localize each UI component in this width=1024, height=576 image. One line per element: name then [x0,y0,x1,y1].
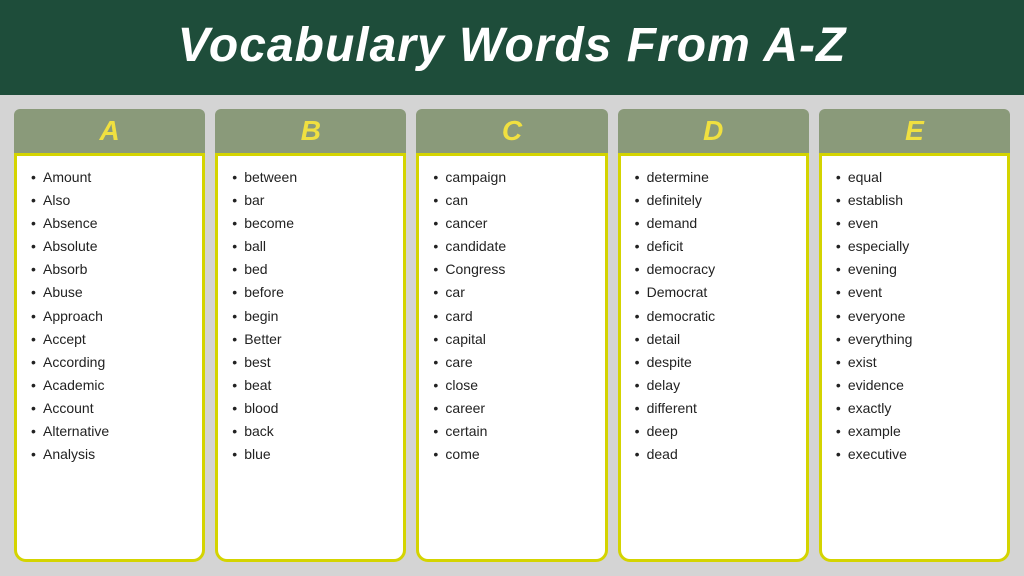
list-item: bed [232,258,393,281]
list-item: blue [232,443,393,466]
list-item: close [433,374,594,397]
list-item: determine [635,166,796,189]
col-header-d: D [618,109,809,153]
list-item: bar [232,189,393,212]
list-item: capital [433,328,594,351]
word-list-a: AmountAlsoAbsenceAbsoluteAbsorbAbuseAppr… [31,166,192,466]
list-item: Alternative [31,420,192,443]
list-item: deficit [635,235,796,258]
col-letter-e: E [905,115,924,146]
column-e: Eequalestablishevenespeciallyeveningeven… [819,109,1010,562]
list-item: become [232,212,393,235]
col-body-c: campaigncancancercandidateCongresscarcar… [416,153,607,562]
list-item: exist [836,351,997,374]
list-item: certain [433,420,594,443]
list-item: candidate [433,235,594,258]
list-item: everyone [836,305,997,328]
list-item: example [836,420,997,443]
list-item: before [232,281,393,304]
col-body-a: AmountAlsoAbsenceAbsoluteAbsorbAbuseAppr… [14,153,205,562]
list-item: evidence [836,374,997,397]
col-header-e: E [819,109,1010,153]
word-list-b: betweenbarbecomeballbedbeforebeginBetter… [232,166,393,466]
list-item: Absolute [31,235,192,258]
list-item: detail [635,328,796,351]
list-item: establish [836,189,997,212]
columns-container: A AmountAlsoAbsenceAbsoluteAbsorbAbuseApp… [0,95,1024,576]
list-item: card [433,305,594,328]
col-body-b: betweenbarbecomeballbedbeforebeginBetter… [215,153,406,562]
list-item: beat [232,374,393,397]
list-item: everything [836,328,997,351]
col-body-e: equalestablishevenespeciallyeveningevent… [819,153,1010,562]
header: Vocabulary Words From A-Z [0,0,1024,95]
list-item: ball [232,235,393,258]
list-item: begin [232,305,393,328]
word-list-c: campaigncancancercandidateCongresscarcar… [433,166,594,466]
list-item: event [836,281,997,304]
list-item: back [232,420,393,443]
col-header-c: C [416,109,607,153]
list-item: Absence [31,212,192,235]
list-item: different [635,397,796,420]
page-title: Vocabulary Words From A-Z [24,18,1000,73]
list-item: Analysis [31,443,192,466]
list-item: campaign [433,166,594,189]
list-item: equal [836,166,997,189]
col-letter-b: B [301,115,321,146]
list-item: cancer [433,212,594,235]
list-item: democracy [635,258,796,281]
list-item: Absorb [31,258,192,281]
list-item: between [232,166,393,189]
list-item: Account [31,397,192,420]
list-item: despite [635,351,796,374]
list-item: blood [232,397,393,420]
col-header-a: A [14,109,205,153]
word-list-e: equalestablishevenespeciallyeveningevent… [836,166,997,466]
column-b: BbetweenbarbecomeballbedbeforebeginBette… [215,109,406,562]
list-item: even [836,212,997,235]
list-item: delay [635,374,796,397]
list-item: Accept [31,328,192,351]
list-item: best [232,351,393,374]
list-item: Academic [31,374,192,397]
list-item: Better [232,328,393,351]
list-item: Democrat [635,281,796,304]
list-item: democratic [635,305,796,328]
list-item: car [433,281,594,304]
col-body-d: determinedefinitelydemanddeficitdemocrac… [618,153,809,562]
list-item: exactly [836,397,997,420]
list-item: Amount [31,166,192,189]
list-item: career [433,397,594,420]
list-item: executive [836,443,997,466]
list-item: especially [836,235,997,258]
list-item: deep [635,420,796,443]
column-a: A AmountAlsoAbsenceAbsoluteAbsorbAbuseApp… [14,109,205,562]
list-item: definitely [635,189,796,212]
list-item: can [433,189,594,212]
column-d: Ddeterminedefinitelydemanddeficitdemocra… [618,109,809,562]
list-item: demand [635,212,796,235]
col-letter-d: D [703,115,723,146]
list-item: evening [836,258,997,281]
list-item: care [433,351,594,374]
list-item: Abuse [31,281,192,304]
column-c: CcampaigncancancercandidateCongresscarca… [416,109,607,562]
list-item: dead [635,443,796,466]
page: Vocabulary Words From A-Z AAmountAlsoAbs… [0,0,1024,576]
list-item: Congress [433,258,594,281]
list-item: According [31,351,192,374]
list-item: Approach [31,305,192,328]
col-letter-c: C [502,115,522,146]
col-letter-a: A [99,115,119,146]
col-header-b: B [215,109,406,153]
list-item: Also [31,189,192,212]
list-item: come [433,443,594,466]
word-list-d: determinedefinitelydemanddeficitdemocrac… [635,166,796,466]
